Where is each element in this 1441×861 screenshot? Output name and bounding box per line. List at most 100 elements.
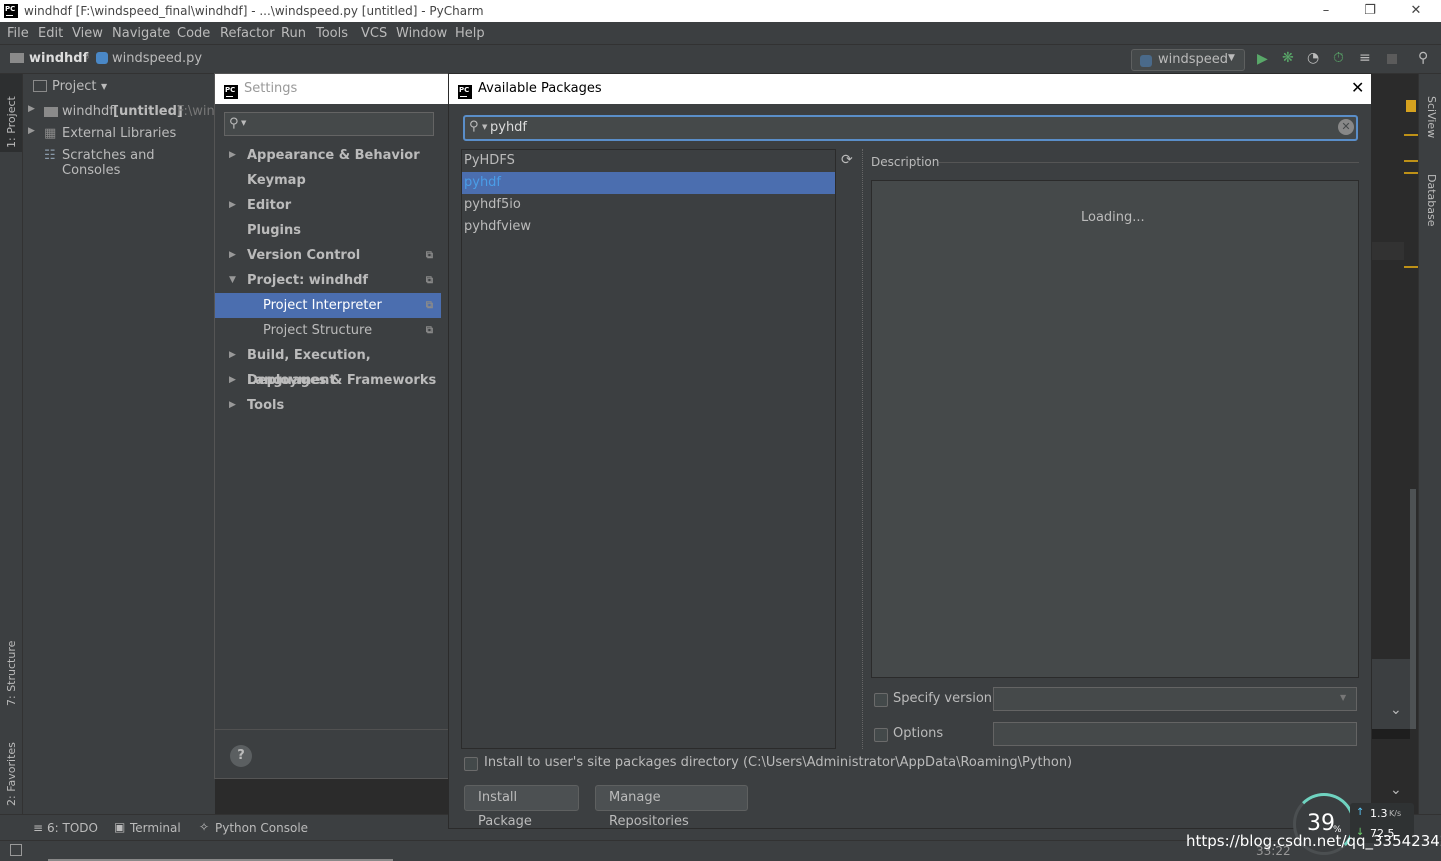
settings-item-version-control[interactable]: ▶ Version Control ⧉	[215, 243, 441, 268]
debug-icon[interactable]: ❋	[1282, 50, 1294, 66]
project-panel-header[interactable]: Project	[52, 79, 96, 94]
concurrency-icon[interactable]: ≡	[1359, 50, 1371, 66]
specify-version-checkbox[interactable]	[874, 693, 888, 707]
settings-item-plugins[interactable]: Plugins	[215, 218, 441, 243]
search-icon: ⚲	[469, 119, 479, 134]
close-icon[interactable]: ✕	[1351, 78, 1364, 97]
tab-terminal[interactable]: Terminal	[130, 821, 181, 835]
menu-help[interactable]: Help	[455, 26, 485, 41]
package-item[interactable]: pyhdf5io	[462, 194, 835, 216]
tree-item-label: Scratches and Consoles	[62, 148, 155, 178]
error-stripe-mark	[1404, 172, 1418, 174]
todo-icon: ≡	[33, 821, 44, 835]
tab-python-console[interactable]: Python Console	[215, 821, 308, 835]
package-item[interactable]: pyhdfview	[462, 216, 835, 238]
description-label: Description	[871, 155, 940, 169]
stop-icon[interactable]	[1387, 54, 1397, 64]
settings-item-project[interactable]: ▼ Project: windhdf ⧉	[215, 268, 441, 293]
refresh-icon[interactable]: ⟳	[841, 152, 853, 168]
settings-search-input[interactable]: ⚲ ▼	[224, 112, 434, 136]
chevron-down-icon: ▼	[482, 123, 488, 131]
run-config-selector[interactable]: windspeed ▼	[1131, 49, 1245, 71]
manage-repositories-button[interactable]: Manage Repositories	[595, 785, 748, 829]
menu-edit[interactable]: Edit	[38, 26, 63, 41]
chevron-down-icon[interactable]: ▼	[101, 82, 107, 91]
upload-arrow-icon: ↑	[1356, 807, 1365, 818]
package-item[interactable]: PyHDFS	[462, 150, 835, 172]
tab-project[interactable]: 1: Project	[5, 82, 18, 148]
menu-refactor[interactable]: Refactor	[220, 26, 275, 41]
scrollbar-thumb[interactable]	[1410, 489, 1416, 729]
folder-icon	[44, 107, 58, 117]
tree-item-suffix: [untitled]	[113, 104, 183, 119]
options-checkbox[interactable]	[874, 728, 888, 742]
menu-vcs[interactable]: VCS	[361, 26, 387, 41]
settings-item-appearance[interactable]: ▶ Appearance & Behavior	[215, 143, 441, 168]
menu-file[interactable]: File	[7, 26, 29, 41]
breadcrumb-project[interactable]: windhdf	[29, 51, 88, 66]
tab-favorites[interactable]: 2: Favorites	[5, 726, 18, 806]
settings-title-bar: PC Settings	[215, 74, 453, 104]
tab-database[interactable]: Database	[1425, 174, 1438, 227]
toggle-tool-windows-icon[interactable]	[10, 844, 22, 856]
close-window-icon[interactable]: ✕	[1408, 3, 1424, 19]
tree-item-external-libraries[interactable]: ▶ ▦ External Libraries	[23, 123, 215, 145]
install-user-site-checkbox[interactable]	[464, 757, 478, 771]
profile-icon[interactable]: ⏱	[1333, 50, 1344, 66]
settings-item-build[interactable]: ▶ Build, Execution, Deployment	[215, 343, 441, 388]
tree-item-label: windhdf	[62, 104, 114, 119]
package-list: PyHDFS pyhdf pyhdf5io pyhdfview	[461, 149, 836, 749]
pycharm-logo-icon: PC	[458, 85, 472, 99]
breadcrumb-file[interactable]: windspeed.py	[112, 51, 202, 66]
tree-item-label: External Libraries	[62, 126, 177, 141]
python-run-icon	[1140, 55, 1152, 67]
menu-run[interactable]: Run	[281, 26, 306, 41]
menu-code[interactable]: Code	[177, 26, 210, 41]
menu-tools[interactable]: Tools	[316, 26, 348, 41]
help-icon[interactable]: ?	[230, 745, 252, 767]
python-console-icon: ✧	[199, 820, 210, 834]
upload-speed: 1.3	[1370, 807, 1388, 820]
options-input[interactable]	[993, 722, 1357, 746]
description-panel: Loading...	[871, 180, 1359, 678]
settings-item-project-interpreter[interactable]: Project Interpreter ⧉	[215, 293, 441, 318]
error-stripe-mark	[1404, 134, 1418, 136]
settings-item-tools[interactable]: ▶ Tools	[215, 393, 441, 418]
window-title-bar: PC windhdf [F:\windspeed_final\windhdf] …	[0, 0, 1441, 22]
run-icon[interactable]: ▶	[1257, 51, 1268, 67]
package-item-selected[interactable]: pyhdf	[462, 172, 835, 194]
coverage-icon[interactable]: ◔	[1307, 50, 1319, 66]
expand-arrow-icon[interactable]: ▶	[28, 104, 35, 114]
search-everywhere-icon[interactable]: ⚲	[1418, 50, 1428, 66]
tab-structure[interactable]: 7: Structure	[5, 626, 18, 706]
tree-item-windhdf[interactable]: ▶ windhdf [untitled] F:\wind	[23, 101, 223, 123]
settings-item-languages[interactable]: ▶ Languages & Frameworks	[215, 368, 441, 393]
menu-window[interactable]: Window	[396, 26, 447, 41]
warning-marker	[1406, 100, 1416, 112]
tab-todo[interactable]: 6: TODO	[47, 821, 98, 835]
install-package-button[interactable]: Install Package	[464, 785, 579, 829]
chevron-down-icon[interactable]: ⌄	[1390, 782, 1402, 798]
chevron-down-icon: ▼	[1228, 53, 1235, 63]
menu-view[interactable]: View	[72, 26, 103, 41]
tab-sciview[interactable]: SciView	[1425, 96, 1438, 138]
menu-navigate[interactable]: Navigate	[112, 26, 170, 41]
menu-bar: File Edit View Navigate Code Refactor Ru…	[0, 22, 1441, 44]
settings-title: Settings	[244, 81, 298, 96]
package-search-input[interactable]: ⚲ ▼ pyhdf ✕	[463, 115, 1358, 141]
expand-arrow-icon[interactable]: ▶	[28, 126, 35, 136]
settings-item-keymap[interactable]: Keymap	[215, 168, 441, 193]
minimize-icon[interactable]: –	[1318, 3, 1334, 19]
settings-item-editor[interactable]: ▶ Editor	[215, 193, 441, 218]
editor-area: ⌄ ⌄	[1372, 74, 1418, 814]
clear-search-icon[interactable]: ✕	[1338, 119, 1354, 135]
chevron-down-icon[interactable]: ⌄	[1390, 702, 1402, 718]
watermark-text: https://blog.csdn.net/qq_33542342	[1186, 832, 1441, 850]
tool-window-remnant	[1372, 659, 1410, 729]
restore-icon[interactable]: ❐	[1362, 3, 1378, 19]
settings-item-project-structure[interactable]: Project Structure ⧉	[215, 318, 441, 343]
expand-arrow-icon: ▶	[229, 250, 236, 260]
breadcrumb-separator-icon: ›	[85, 50, 91, 65]
tree-item-scratches[interactable]: ☷ Scratches and Consoles	[23, 145, 215, 178]
version-select[interactable]: ▼	[993, 687, 1357, 711]
